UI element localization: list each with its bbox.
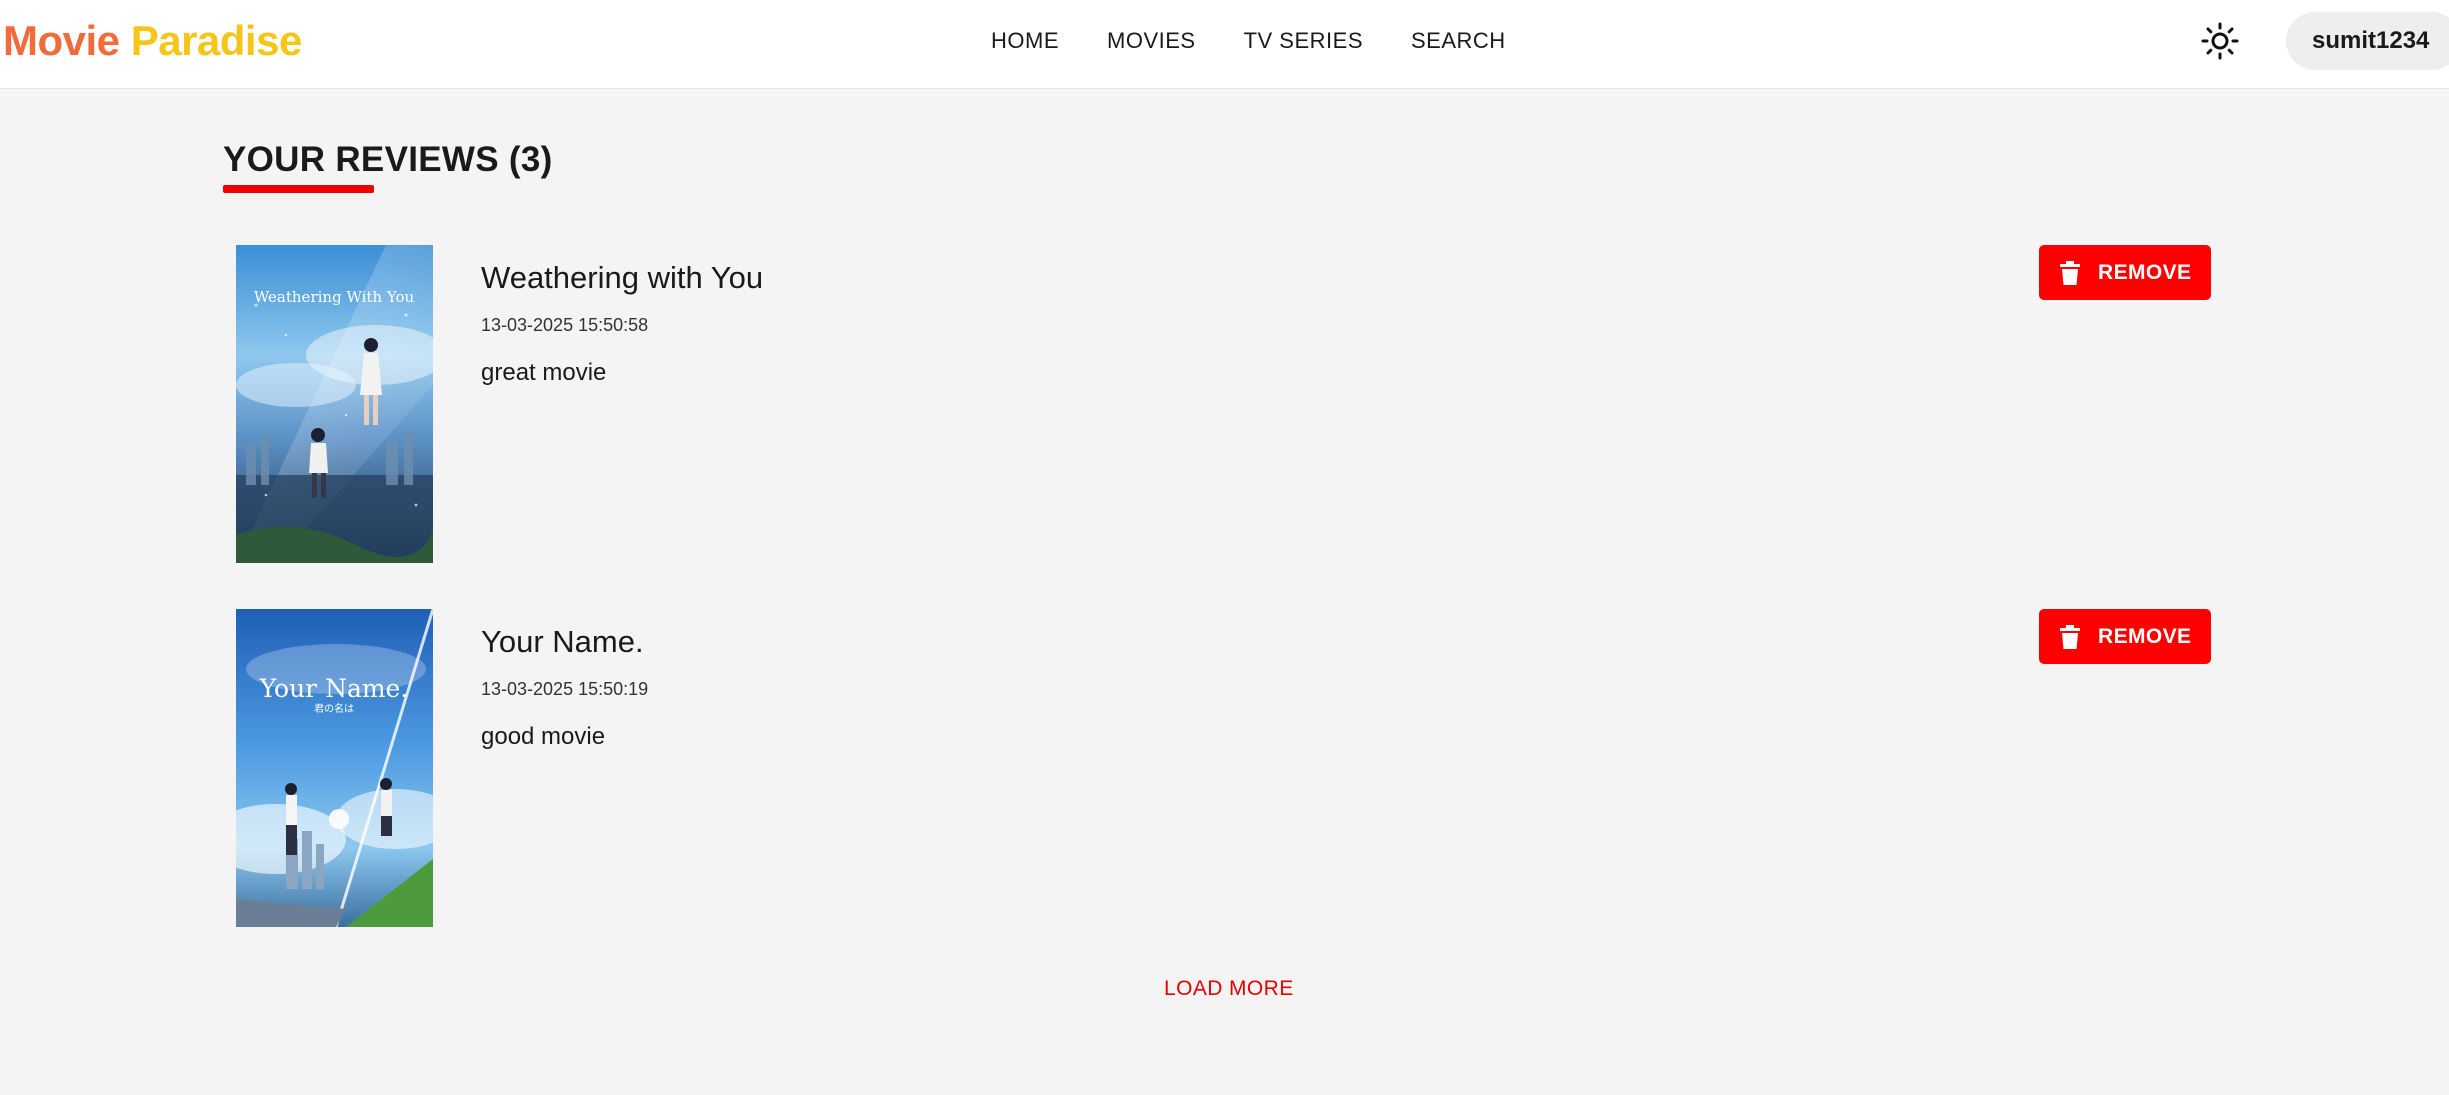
remove-button-label: REMOVE — [2098, 261, 2192, 284]
review-movie-title[interactable]: Your Name. — [481, 622, 644, 662]
movie-poster[interactable]: Your Name. 君の名は — [236, 609, 433, 927]
poster-image-your-name: Your Name. 君の名は — [236, 609, 433, 927]
review-movie-title[interactable]: Weathering with You — [481, 258, 763, 298]
site-logo[interactable]: Movie Paradise — [3, 16, 302, 66]
remove-review-button[interactable]: REMOVE — [2039, 609, 2211, 664]
poster-caption: Your Name. — [259, 674, 409, 703]
load-more-button[interactable]: LOAD MORE — [1164, 975, 1294, 1003]
trash-icon — [2060, 625, 2080, 649]
theme-toggle-button[interactable] — [2200, 21, 2240, 61]
remove-button-label: REMOVE — [2098, 625, 2192, 648]
logo-word-paradise: Paradise — [130, 17, 303, 64]
nav-movies-link[interactable]: MOVIES — [1107, 26, 1196, 56]
poster-subcaption: 君の名は — [314, 702, 354, 715]
logo-word-movie: Movie — [3, 17, 120, 64]
user-menu-button[interactable]: sumit1234 — [2286, 12, 2449, 70]
sun-icon — [2201, 22, 2239, 60]
review-date: 13-03-2025 15:50:19 — [481, 679, 649, 699]
main-nav: HOME MOVIES TV SERIES SEARCH — [991, 26, 1506, 56]
nav-home-link[interactable]: HOME — [991, 26, 1059, 56]
nav-tv-series-link[interactable]: TV SERIES — [1244, 26, 1363, 56]
poster-caption: Weathering With You — [254, 288, 415, 306]
trash-icon — [2060, 261, 2080, 285]
page-title: YOUR REVIEWS (3) — [223, 140, 553, 179]
movie-poster[interactable]: Weathering With You — [236, 245, 433, 563]
review-item: Weathering With You Weathering with You … — [236, 245, 2211, 563]
review-item: Your Name. 君の名は Your Name. 13-03-2025 15… — [236, 609, 2211, 927]
poster-image-weathering: Weathering With You — [236, 245, 433, 563]
review-date: 13-03-2025 15:50:58 — [481, 315, 649, 335]
title-underline — [223, 185, 374, 193]
top-navbar: Movie Paradise HOME MOVIES TV SERIES SEA… — [0, 0, 2449, 89]
review-text: great movie — [481, 359, 607, 386]
nav-search-link[interactable]: SEARCH — [1411, 26, 1506, 56]
review-text: good movie — [481, 723, 606, 750]
remove-review-button[interactable]: REMOVE — [2039, 245, 2211, 300]
